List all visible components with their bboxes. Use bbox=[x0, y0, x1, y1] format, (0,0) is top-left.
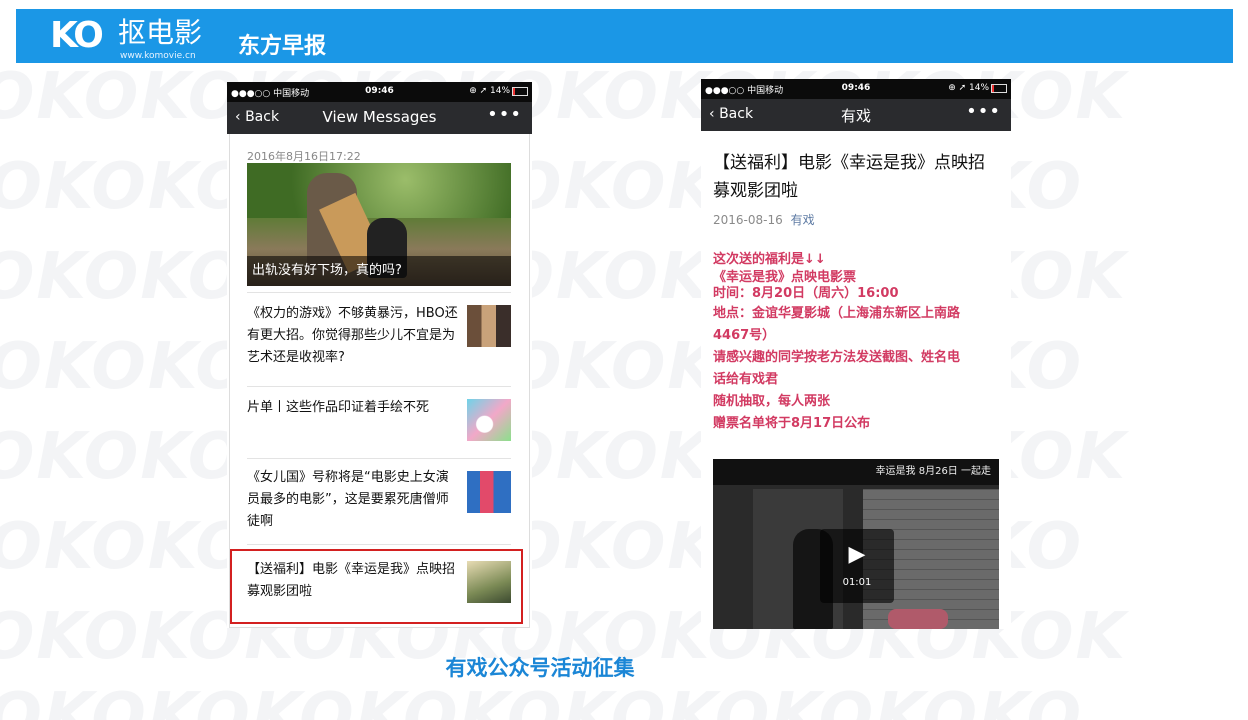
more-icon[interactable]: ••• bbox=[966, 101, 1001, 122]
nav-bar: ‹ Back View Messages ••• bbox=[227, 102, 532, 134]
hero-image bbox=[247, 163, 511, 219]
logo-text: 抠电影 bbox=[118, 16, 203, 49]
list-item[interactable]: 《女儿国》号称将是“电影史上女演员最多的电影”，这是要累死唐僧师徒啊 bbox=[247, 458, 511, 545]
body-line: 赠票名单将于8月17日公布 bbox=[713, 416, 871, 431]
account-link[interactable]: 有戏 bbox=[791, 213, 815, 227]
list-item-title: 《女儿国》号称将是“电影史上女演员最多的电影”，这是要累死唐僧师徒啊 bbox=[247, 470, 449, 529]
body-line: 时间：8月20日（周六）16:00 bbox=[713, 286, 899, 301]
article-body: 这次送的福利是↓↓ 《幸运是我》点映电影票 时间：8月20日（周六）16:00 … bbox=[713, 249, 1009, 435]
hero-article[interactable]: 出轨没有好下场，真的吗? bbox=[247, 163, 511, 286]
list-item-title: 片单丨这些作品印证着手绘不死 bbox=[247, 400, 430, 415]
body-line: 地点：金谊华夏影城（上海浦东新区上南路 bbox=[713, 306, 961, 321]
body-line: 话给有戏君 bbox=[713, 372, 779, 387]
nav-title: 有戏 bbox=[840, 107, 871, 125]
play-icon: ▶ bbox=[848, 542, 866, 567]
message-date: 2016年8月16日17:22 bbox=[247, 150, 361, 163]
thumbnail bbox=[467, 305, 511, 347]
highlight-box bbox=[230, 549, 523, 624]
article-title: 【送福利】电影《幸运是我》点映招募观影团啦 bbox=[713, 153, 985, 201]
body-line: 请感兴趣的同学按老方法发送截图、姓名电 bbox=[713, 350, 961, 365]
hero-caption: 出轨没有好下场，真的吗? bbox=[247, 256, 511, 286]
nav-bar: ‹ Back 有戏 ••• bbox=[701, 99, 1011, 131]
footer-caption: 有戏公众号活动征集 bbox=[445, 656, 635, 680]
video-banner: 幸运是我 8月26日 一起走 bbox=[713, 459, 999, 485]
article-meta: 2016-08-16 有戏 bbox=[713, 211, 815, 228]
video-duration: 01:01 bbox=[842, 577, 872, 588]
status-bar: ●●●○○ 中国移动 ⁠ 09:46 ⊕ ➚ 14% bbox=[227, 82, 532, 102]
play-button[interactable]: ▶ 01:01 bbox=[820, 529, 894, 603]
list-item-title: 《权力的游戏》不够黄暴污，HBO还有更大招。你觉得那些少儿不宜是为艺术还是收视率… bbox=[247, 306, 458, 365]
status-right: ⊕ ➚ 14% bbox=[469, 86, 510, 96]
background-watermark: OKOKOKOKOKOKOKOKOKOKOK KOKOKOKOKOKOKOKOK… bbox=[0, 60, 1128, 720]
status-bar: ●●●○○ 中国移动 ⁠ 09:46 ⊕ ➚ 14% bbox=[701, 79, 1011, 99]
right-phone-screenshot: ●●●○○ 中国移动 ⁠ 09:46 ⊕ ➚ 14% ‹ Back 有戏 •••… bbox=[701, 79, 1011, 629]
video-player[interactable]: 幸运是我 8月26日 一起走 ▶ 01:01 bbox=[713, 459, 999, 629]
logo-mark: KO bbox=[50, 15, 104, 56]
status-right: ⊕ ➚ 14% bbox=[948, 83, 989, 93]
body-line: 这次送的福利是↓↓ bbox=[713, 252, 826, 267]
thumbnail bbox=[467, 399, 511, 441]
body-line: 4467号） bbox=[713, 328, 776, 343]
logo-url: www.komovie.cn bbox=[120, 51, 196, 61]
more-icon[interactable]: ••• bbox=[487, 104, 522, 125]
body-line: 《幸运是我》点映电影票 bbox=[713, 270, 857, 285]
page-title: 东方早报 bbox=[238, 34, 327, 59]
list-item[interactable]: 《权力的游戏》不够黄暴污，HBO还有更大招。你觉得那些少儿不宜是为艺术还是收视率… bbox=[247, 292, 511, 387]
list-item[interactable]: 片单丨这些作品印证着手绘不死 bbox=[247, 386, 511, 459]
body-line: 随机抽取，每人两张 bbox=[713, 394, 831, 409]
header-bar: KO 抠电影 www.komovie.cn 东方早报 bbox=[16, 9, 1233, 63]
battery-icon bbox=[512, 87, 528, 96]
battery-icon bbox=[991, 84, 1007, 93]
left-phone-screenshot: ●●●○○ 中国移动 ⁠ 09:46 ⊕ ➚ 14% ‹ Back View M… bbox=[227, 82, 532, 628]
article-date: 2016-08-16 bbox=[713, 213, 783, 227]
video-frame-object bbox=[888, 609, 948, 629]
thumbnail bbox=[467, 471, 511, 513]
